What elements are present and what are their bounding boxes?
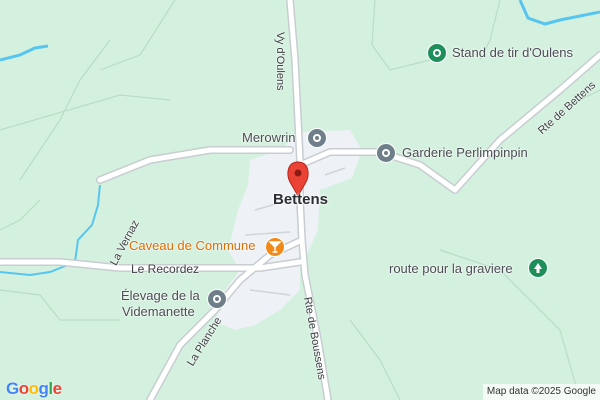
town-label[interactable]: Bettens [273, 191, 328, 209]
poi-label-elevage-line2[interactable]: Videmanette [122, 304, 195, 319]
garderie-place-icon[interactable] [376, 143, 396, 163]
elevage-place-icon[interactable] [207, 289, 227, 309]
poi-label-elevage-line1[interactable]: Élevage de la [121, 288, 200, 303]
stream [518, 0, 600, 26]
road-label-vy-doulens: Vy d'Oulens [274, 32, 286, 91]
poi-label-stand-de-tir[interactable]: Stand de tir d'Oulens [452, 45, 573, 60]
stand-de-tir-place-icon[interactable] [427, 43, 447, 63]
map-canvas[interactable]: Stand de tir d'Oulens Merowrin Garderie … [0, 0, 600, 400]
poi-label-garderie[interactable]: Garderie Perlimpinpin [402, 145, 528, 160]
merowrin-place-icon[interactable] [307, 128, 327, 148]
road-label-le-recordez: Le Recordez [131, 262, 200, 276]
poi-label-route-graviere[interactable]: route pour la graviere [389, 261, 513, 276]
pine-tree-icon[interactable] [528, 258, 548, 278]
map-attribution[interactable]: Map data ©2025 Google [482, 384, 600, 400]
poi-label-caveau[interactable]: Caveau de Commune [129, 238, 255, 253]
poi-label-merowrin[interactable]: Merowrin [242, 130, 295, 145]
settlement-area [215, 130, 362, 330]
cocktail-glass-icon[interactable] [265, 237, 285, 257]
google-logo: Google [6, 379, 62, 398]
stream [0, 44, 49, 62]
